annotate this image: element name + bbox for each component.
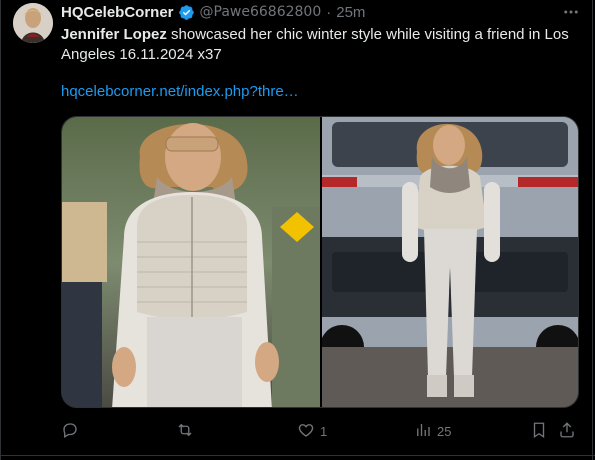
timeline-right-border <box>592 0 593 460</box>
reply-icon <box>61 421 79 442</box>
timeline-left-border <box>0 0 1 460</box>
media-grid <box>61 116 579 408</box>
tweet-link[interactable]: hqcelebcorner.net/index.php?thre… <box>61 82 299 102</box>
avatar[interactable] <box>13 3 53 43</box>
tweet-text-bold: Jennifer Lopez <box>61 26 167 43</box>
separator-dot: · <box>326 3 332 21</box>
action-bar: 1 25 <box>61 420 581 442</box>
tweet-divider <box>0 455 595 456</box>
tweet-header: HQCelebCorner @Pawe66862800 · 25m <box>61 2 365 22</box>
heart-icon <box>297 421 315 442</box>
display-name[interactable]: HQCelebCorner <box>61 4 174 21</box>
bookmark-icon <box>530 421 548 442</box>
retweet-button[interactable] <box>176 420 199 442</box>
reply-button[interactable] <box>61 420 84 442</box>
photo-1[interactable] <box>62 117 320 407</box>
retweet-icon <box>176 421 194 442</box>
more-dots-icon[interactable] <box>559 2 583 22</box>
photo-2[interactable] <box>322 117 578 407</box>
handle[interactable]: @Pawe66862800 <box>200 4 322 20</box>
share-button[interactable] <box>558 420 576 442</box>
views-bar-icon <box>414 421 432 442</box>
tweet-text: Jennifer Lopez showcased her chic winter… <box>61 25 586 65</box>
bookmark-button[interactable] <box>530 420 548 442</box>
views-count: 25 <box>437 423 452 439</box>
share-icon <box>558 421 576 442</box>
verified-badge-icon <box>178 4 195 21</box>
views-button[interactable]: 25 <box>414 420 451 442</box>
like-count: 1 <box>320 423 328 439</box>
like-button[interactable]: 1 <box>297 420 327 442</box>
timestamp[interactable]: 25m <box>336 4 365 21</box>
